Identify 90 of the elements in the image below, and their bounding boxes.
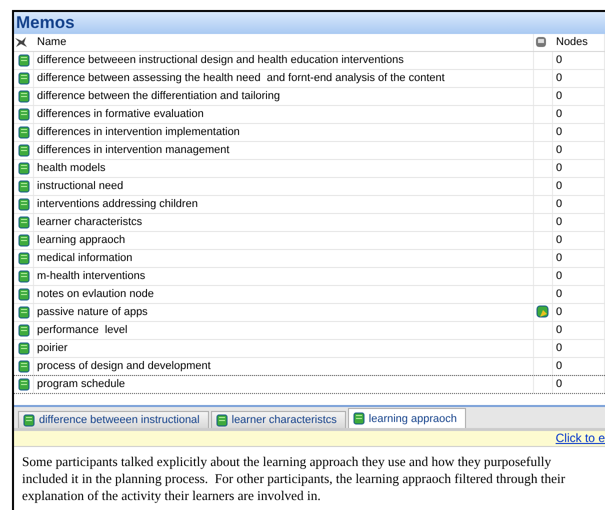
- edit-link[interactable]: Click to e: [556, 431, 605, 446]
- memo-name: difference between assessing the health need and fornt-end analysis of the content: [34, 70, 534, 87]
- memo-row[interactable]: instructional need 0: [14, 178, 605, 196]
- memo-name: process of design and development: [34, 358, 534, 375]
- memo-name: instructional need: [34, 178, 534, 195]
- memo-icon: [18, 378, 30, 391]
- memo-icon: [18, 90, 30, 103]
- memo-icon: [18, 234, 30, 247]
- nodes-count: 0: [553, 160, 605, 177]
- memo-name: difference betweeen instructional design and health education interventions: [34, 52, 534, 69]
- memo-row[interactable]: learner characteristcs 0: [14, 214, 605, 232]
- memo-icon: [18, 270, 30, 283]
- memo-icon: [216, 414, 228, 427]
- memo-row[interactable]: learning appraoch 0: [14, 232, 605, 250]
- nodes-count: 0: [553, 322, 605, 339]
- memo-name: notes on evlaution node: [34, 286, 534, 303]
- nodes-count: 0: [553, 376, 605, 393]
- memo-row[interactable]: health models 0: [14, 160, 605, 178]
- memo-row[interactable]: m-health interventions 0: [14, 268, 605, 286]
- nodes-count: 0: [553, 214, 605, 231]
- memo-name: differences in intervention implementation: [34, 124, 534, 141]
- memo-name: differences in formative evaluation: [34, 106, 534, 123]
- panel-title: Memos: [14, 12, 605, 34]
- memo-row[interactable]: poirier 0: [14, 340, 605, 358]
- memo-icon: [18, 72, 30, 85]
- memo-name: performance level: [34, 322, 534, 339]
- nodes-count: 0: [553, 358, 605, 375]
- memo-name: passive nature of apps: [34, 304, 534, 321]
- nodes-count: 0: [553, 106, 605, 123]
- memo-icon: [18, 108, 30, 121]
- nodes-count: 0: [553, 70, 605, 87]
- memo-name: differences in intervention management: [34, 142, 534, 159]
- nodes-count: 0: [553, 142, 605, 159]
- memo-text: Some participants talked explicitly about the learning approach they use and how they purposefully included it in the planning process. For other participants, the learning appraoch filtered through their explanation of the activity their learners are involved in.: [21, 453, 566, 505]
- memo-name: medical information: [34, 250, 534, 267]
- nodes-count: 0: [553, 286, 605, 303]
- memo-row[interactable]: process of design and development 0: [14, 358, 605, 376]
- nodes-count: 0: [553, 304, 605, 321]
- memo-tab[interactable]: learner characteristcs: [210, 411, 346, 428]
- memo-row[interactable]: differences in intervention management 0: [14, 142, 605, 160]
- memo-row[interactable]: notes on evlaution node 0: [14, 286, 605, 304]
- memo-icon: [18, 288, 30, 301]
- memo-icon: [18, 198, 30, 211]
- memo-icon: [18, 252, 30, 265]
- memo-icon: [18, 324, 30, 337]
- nodes-count: 0: [553, 88, 605, 105]
- memo-icon: [23, 414, 35, 427]
- memo-name: learning appraoch: [34, 232, 534, 249]
- memo-icon: [18, 180, 30, 193]
- memo-icon: [18, 126, 30, 139]
- column-header[interactable]: Nodes: [553, 34, 605, 51]
- memo-name: difference between the differentiation and tailoring: [34, 88, 534, 105]
- memo-icon: [18, 306, 30, 319]
- memo-row[interactable]: medical information 0: [14, 250, 605, 268]
- memo-icon: [18, 144, 30, 157]
- linked-memo-icon: [536, 305, 550, 320]
- link-column-icon[interactable]: [534, 35, 548, 50]
- memo-icon: [352, 412, 365, 426]
- memo-row[interactable]: difference between assessing the health need and fornt-end analysis of the content 0: [14, 70, 605, 88]
- memo-row[interactable]: program schedule 0: [14, 374, 605, 394]
- nodes-count: 0: [553, 268, 605, 285]
- memo-icon: [18, 216, 30, 229]
- memo-icon: [18, 162, 30, 175]
- memo-row[interactable]: differences in formative evaluation 0: [14, 106, 605, 124]
- nodes-count: 0: [553, 124, 605, 141]
- memo-name: m-health interventions: [34, 268, 534, 285]
- memo-row[interactable]: difference between the differentiation and tailoring 0: [14, 88, 605, 106]
- memo-tab[interactable]: difference betweeen instructional: [18, 411, 209, 428]
- memo-icon: [18, 342, 30, 355]
- memo-name: interventions addressing children: [34, 196, 534, 213]
- memo-row[interactable]: interventions addressing children 0: [14, 196, 605, 214]
- nodes-count: 0: [553, 232, 605, 249]
- memo-row[interactable]: differences in intervention implementation 0: [14, 124, 605, 142]
- memo-name: poirier: [34, 340, 534, 357]
- nodes-count: 0: [553, 250, 605, 267]
- memo-row[interactable]: performance level 0: [14, 322, 605, 340]
- memo-row[interactable]: difference betweeen instructional design and health education interventions 0: [14, 52, 605, 70]
- memo-icon: [18, 54, 30, 67]
- nodes-count: 0: [553, 178, 605, 195]
- pin-icon[interactable]: [14, 36, 28, 48]
- column-header[interactable]: Name: [34, 34, 534, 51]
- nodes-count: 0: [553, 340, 605, 357]
- memo-tab[interactable]: learning appraoch: [348, 408, 466, 428]
- memo-name: health models: [34, 160, 534, 177]
- memo-name: program schedule: [34, 376, 534, 393]
- nodes-count: 0: [553, 196, 605, 213]
- memo-name: learner characteristcs: [34, 214, 534, 231]
- memo-row[interactable]: passive nature of apps 0: [14, 304, 605, 322]
- memo-icon: [18, 360, 30, 373]
- nodes-count: 0: [553, 52, 605, 69]
